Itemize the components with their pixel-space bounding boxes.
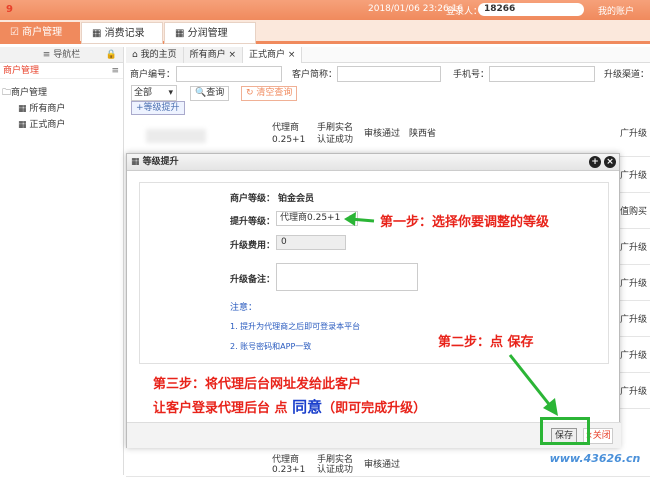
tab-profit-management[interactable]: ▦ 分润管理 xyxy=(164,22,256,44)
upgrade-channel-label: 升级渠道： xyxy=(604,70,650,80)
tab-all-merchants[interactable]: 所有商户 × xyxy=(183,47,244,63)
table-cell: 广升级 xyxy=(620,351,648,361)
table-cell: 0.23+1 xyxy=(272,465,306,475)
sidebar: ≡ 导航栏 🔒 商户管理 ≡ 🗀商户管理 ▦ 所有商户 ▦ 正式商户 xyxy=(0,47,124,475)
menu-icon: ≡ xyxy=(111,66,119,76)
tab-consumption-records[interactable]: ▦ 消费记录 xyxy=(81,22,163,44)
annotation-step3-line2: 让客户登录代理后台 点 同意（即可完成升级） xyxy=(153,398,427,416)
table-cell: 审核通过 xyxy=(364,129,401,139)
note-title: 注意： xyxy=(230,303,258,313)
phone-input[interactable] xyxy=(489,66,595,82)
close-icon[interactable]: × xyxy=(288,50,296,60)
merchant-level-value: 铂金会员 xyxy=(278,194,315,204)
sidebar-item-merchant-management[interactable]: 🗀商户管理 xyxy=(0,85,123,101)
lock-icon[interactable]: 🔒 xyxy=(106,47,117,63)
remark-label: 升级备注： xyxy=(230,275,276,285)
table-cell: 广升级 xyxy=(620,279,648,289)
chevron-down-icon: ▾ xyxy=(349,213,354,223)
table-cell: 0.25+1 xyxy=(272,135,306,145)
sidebar-item-formal-merchants[interactable]: ▦ 正式商户 xyxy=(0,117,123,133)
sidebar-header: ≡ 导航栏 🔒 xyxy=(0,47,123,63)
chevron-down-icon: ▾ xyxy=(168,88,173,98)
table-cell: 广升级 xyxy=(620,129,648,139)
dialog-title: 等级提升 xyxy=(142,157,179,167)
close-icon[interactable]: × xyxy=(228,50,236,60)
filter-bar: 商户编号： 客户简称： 手机号： 升级渠道： 全部 ▾ 🔍查询 ↻ 清空查询 xyxy=(126,63,650,115)
table-cell: 广升级 xyxy=(620,315,648,325)
app-logo: 9 xyxy=(6,4,13,15)
table-cell: 陕西省 xyxy=(409,129,437,139)
main-tabs: ☑ 商户管理 ▦ 消费记录 ▦ 分润管理 xyxy=(0,20,650,44)
tab-merchant-management[interactable]: ☑ 商户管理 xyxy=(0,22,80,44)
table-icon: ▦ xyxy=(18,120,30,130)
annotation-step3-line1: 第三步：将代理后台网址发给此客户 xyxy=(153,377,362,392)
watermark: www.43626.cn xyxy=(549,452,641,465)
upgrade-fee-input: 0 xyxy=(276,235,346,250)
save-highlight-box xyxy=(540,417,590,445)
upgrade-level-select[interactable]: 代理商0.25+1 ▾ xyxy=(276,211,358,226)
refresh-icon: ↻ xyxy=(246,88,257,98)
upgrade-fee-label: 升级费用： xyxy=(230,241,276,251)
remark-textarea[interactable] xyxy=(276,263,418,291)
status-select[interactable]: 全部 ▾ xyxy=(131,85,177,101)
table-cell: 认证成功 xyxy=(317,465,354,475)
top-bar: 9 2018/01/06 23:26:16 登录人： 18266 我的账户 xyxy=(0,0,650,20)
merchant-no-input[interactable] xyxy=(176,66,282,82)
table-cell: 广升级 xyxy=(620,243,648,253)
table-cell: 值购买 xyxy=(620,207,648,217)
login-label: 登录人： xyxy=(446,7,483,17)
table-icon: ▦ xyxy=(175,28,188,39)
content-tabs: ⌂ 我的主页 所有商户 × 正式商户 × xyxy=(126,47,650,63)
maximize-icon[interactable]: + xyxy=(589,156,601,168)
table-cell: 认证成功 xyxy=(317,135,354,145)
blurred-cell xyxy=(146,129,206,143)
table-cell: 审核通过 xyxy=(364,460,401,470)
name-label: 客户简称： xyxy=(292,70,338,80)
user-phone: 18266 xyxy=(478,3,584,16)
sidebar-section-select[interactable]: 商户管理 ≡ xyxy=(0,63,123,79)
merchant-no-label: 商户编号： xyxy=(130,70,176,80)
table-cell: 广升级 xyxy=(620,387,648,397)
clear-query-button[interactable]: ↻ 清空查询 xyxy=(241,86,298,101)
table-cell: 手刷实名 xyxy=(317,123,354,133)
note-item-1: 1. 提升为代理商之后即可登录本平台 xyxy=(230,322,361,331)
dialog-header: ▦ 等级提升 + × xyxy=(127,154,619,171)
menu-icon[interactable]: ≡ xyxy=(43,50,53,60)
tab-home[interactable]: ⌂ 我的主页 xyxy=(126,47,184,63)
table-icon: ▦ xyxy=(92,28,105,39)
plus-icon: + xyxy=(136,103,144,113)
folder-icon: 🗀 xyxy=(2,88,12,98)
sidebar-item-all-merchants[interactable]: ▦ 所有商户 xyxy=(0,101,123,117)
annotation-step1: 第一步：选择你要调整的等级 xyxy=(380,215,550,230)
note-item-2: 2. 账号密码和APP一致 xyxy=(230,342,312,351)
annotation-step2: 第二步：点 保存 xyxy=(438,335,534,350)
edit-icon: ☑ xyxy=(10,27,23,38)
table-icon: ▦ xyxy=(18,104,30,114)
phone-label: 手机号： xyxy=(453,70,490,80)
search-icon: 🔍 xyxy=(195,88,207,98)
home-icon: ⌂ xyxy=(132,50,141,60)
query-button[interactable]: 🔍查询 xyxy=(190,86,230,101)
dialog-form: 商户等级： 铂金会员 提升等级： 代理商0.25+1 ▾ 升级费用： 0 升级备注… xyxy=(139,182,609,364)
tab-formal-merchants[interactable]: 正式商户 × xyxy=(243,47,303,63)
upgrade-level-label: 提升等级： xyxy=(230,217,276,227)
merchant-level-label: 商户等级： xyxy=(230,194,276,204)
window-icon: ▦ xyxy=(131,157,143,167)
name-input[interactable] xyxy=(337,66,441,82)
table-cell: 广升级 xyxy=(620,171,648,181)
upgrade-level-button[interactable]: +等级提升 xyxy=(131,101,185,115)
sidebar-tree: 🗀商户管理 ▦ 所有商户 ▦ 正式商户 xyxy=(0,79,123,133)
table-row[interactable]: 代理商 0.25+1 手刷实名 认证成功 审核通过 陕西省 广升级 xyxy=(126,119,650,157)
close-icon[interactable]: × xyxy=(604,156,616,168)
table-cell: 代理商 xyxy=(272,123,300,133)
my-account-link[interactable]: 我的账户 xyxy=(598,4,634,17)
